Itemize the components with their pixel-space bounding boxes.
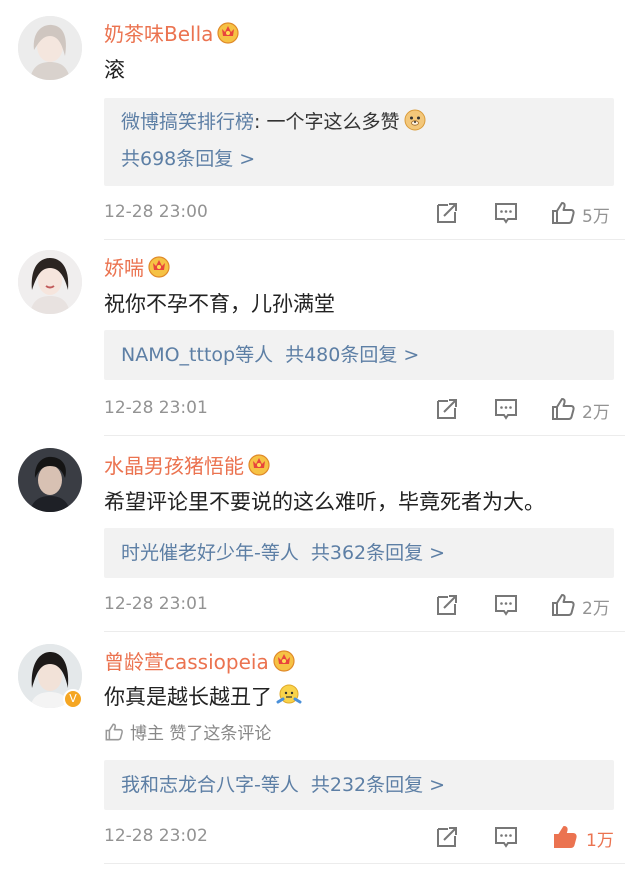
reply-users-link[interactable]: NAMO_tttop等人 [121, 344, 273, 366]
avatar[interactable] [18, 250, 82, 314]
crown-badge-icon [247, 452, 271, 476]
reply-count-link[interactable]: 共232条回复 > [311, 774, 445, 796]
reply-count-link[interactable]: 共698条回复 > [121, 146, 255, 172]
divider [104, 239, 625, 240]
timestamp: 12-28 23:00 [104, 202, 208, 222]
reply-users-link[interactable]: 时光催老好少年-等人 [121, 542, 299, 564]
reply-preview-box[interactable]: NAMO_tttop等人 共480条回复 > [104, 330, 614, 380]
repost-icon[interactable] [434, 824, 460, 850]
author-liked-note: 博主 赞了这条评论 [104, 722, 271, 745]
thumbs-up-icon [104, 722, 124, 742]
repost-icon[interactable] [434, 200, 460, 226]
like-count[interactable]: 1万 [586, 826, 614, 851]
repost-icon[interactable] [434, 396, 460, 422]
reply-count-link[interactable]: 共480条回复 > [285, 344, 419, 366]
timestamp: 12-28 23:01 [104, 398, 208, 418]
verified-badge-icon: V [63, 689, 83, 709]
comment-meta: 12-28 23:02 1万 [104, 822, 619, 852]
like-count[interactable]: 5万 [582, 202, 610, 227]
reply-author-link[interactable]: 微博搞笑排行榜 [121, 111, 254, 133]
avatar[interactable] [18, 448, 82, 512]
comment-item: 水晶男孩猪悟能 希望评论里不要说的这么难听，毕竟死者为大。 时光催老好少年-等人… [0, 448, 625, 640]
username[interactable]: 娇喘 [104, 254, 171, 281]
avatar[interactable] [18, 16, 82, 80]
like-count[interactable]: 2万 [582, 398, 610, 423]
thumbs-up-icon[interactable] [550, 396, 576, 422]
doge-emoji-icon [404, 109, 426, 131]
comment-meta: 12-28 23:01 2万 [104, 394, 619, 424]
reply-preview-line[interactable]: 时光催老好少年-等人 共362条回复 > [121, 540, 445, 566]
reply-count-link[interactable]: 共362条回复 > [311, 542, 445, 564]
reply-preview-box[interactable]: 时光催老好少年-等人 共362条回复 > [104, 528, 614, 578]
comment-icon[interactable] [493, 200, 519, 226]
timestamp: 12-28 23:01 [104, 594, 208, 614]
reply-preview-line[interactable]: 我和志龙合八字-等人 共232条回复 > [121, 772, 445, 798]
comment-item: V 曾龄萱cassiopeia 你真是越长越丑了 博主 赞了这条评论 我和志龙合… [0, 644, 625, 883]
comment-meta: 12-28 23:01 2万 [104, 590, 619, 620]
reply-preview-box[interactable]: 我和志龙合八字-等人 共232条回复 > [104, 760, 614, 810]
crown-badge-icon [147, 254, 171, 278]
thumbs-up-icon[interactable] [550, 592, 576, 618]
divider [104, 863, 625, 864]
reply-preview-box[interactable]: 微博搞笑排行榜: 一个字这么多赞 共698条回复 > [104, 98, 614, 186]
username[interactable]: 水晶男孩猪悟能 [104, 452, 271, 479]
username[interactable]: 奶茶味Bella [104, 20, 240, 47]
thumbs-up-icon[interactable] [552, 824, 578, 850]
like-count[interactable]: 2万 [582, 594, 610, 619]
divider [104, 435, 625, 436]
repost-icon[interactable] [434, 592, 460, 618]
comment-text: 你真是越长越丑了 [104, 682, 302, 711]
comment-item: 奶茶味Bella 滚 微博搞笑排行榜: 一个字这么多赞 共698条回复 > 12… [0, 16, 625, 240]
crown-badge-icon [272, 648, 296, 672]
comment-icon[interactable] [493, 396, 519, 422]
username[interactable]: 曾龄萱cassiopeia [104, 648, 296, 675]
comment-item: 娇喘 祝你不孕不育，儿孙满堂 NAMO_tttop等人 共480条回复 > 12-… [0, 250, 625, 446]
reply-preview-line[interactable]: NAMO_tttop等人 共480条回复 > [121, 342, 419, 368]
reply-users-link[interactable]: 我和志龙合八字-等人 [121, 774, 299, 796]
divider [104, 631, 625, 632]
shrug-emoji-icon [276, 684, 302, 704]
comment-text: 祝你不孕不育，儿孙满堂 [104, 292, 335, 316]
comment-text: 滚 [104, 58, 125, 82]
crown-badge-icon [216, 20, 240, 44]
comment-meta: 12-28 23:00 5万 [104, 198, 619, 228]
comment-icon[interactable] [493, 824, 519, 850]
reply-text: 一个字这么多赞 [266, 111, 400, 133]
comment-icon[interactable] [493, 592, 519, 618]
thumbs-up-icon[interactable] [550, 200, 576, 226]
comment-text: 希望评论里不要说的这么难听，毕竟死者为大。 [104, 490, 545, 514]
timestamp: 12-28 23:02 [104, 826, 208, 846]
reply-preview-line[interactable]: 微博搞笑排行榜: 一个字这么多赞 [121, 108, 427, 135]
